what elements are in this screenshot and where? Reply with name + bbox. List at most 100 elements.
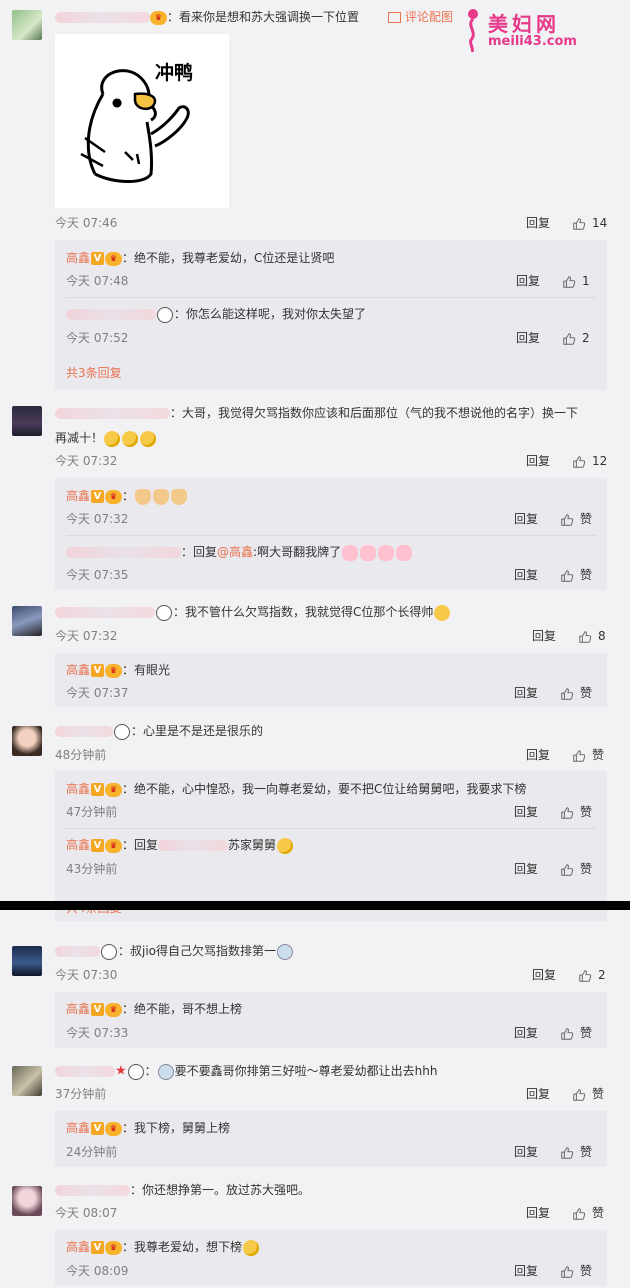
username-blurred[interactable] (55, 726, 113, 737)
panda-emoji-icon (156, 604, 172, 621)
comment-text: ：我不管什么欠骂指数，我就觉得C位那个长得帅 (55, 603, 451, 621)
thumb-up-icon (562, 275, 576, 289)
verified-v-icon: V (91, 783, 105, 796)
watermark-brand: 美妇网 (488, 12, 560, 36)
reply-username[interactable]: 高鑫 (66, 838, 90, 852)
reply-button[interactable]: 回复 (532, 966, 556, 984)
reply-time: 今天 07:33 (66, 1026, 129, 1040)
username-blurred[interactable] (55, 12, 150, 23)
reply-text: 高鑫 V ♛ ：我尊老爱幼，想下榜 (66, 1238, 260, 1256)
reply-button[interactable]: 回复 (514, 860, 538, 878)
reply-time: 今天 07:52 (66, 331, 129, 345)
like-button[interactable]: 赞 (560, 803, 592, 821)
reply-username[interactable]: 高鑫 (66, 251, 90, 265)
comment-text: ：心里是不是还是很乐的 (55, 722, 263, 740)
reply-button[interactable]: 回复 (516, 272, 540, 290)
reply-username[interactable]: 高鑫 (66, 782, 90, 796)
reply-button[interactable]: 回复 (514, 684, 538, 702)
watermark-url: meili43.com (488, 34, 577, 49)
reply-button[interactable]: 回复 (526, 1204, 550, 1222)
like-button[interactable]: 赞 (560, 566, 592, 584)
username-blurred[interactable] (55, 607, 155, 618)
reply-button[interactable]: 回复 (514, 510, 538, 528)
like-button[interactable]: 2 (578, 966, 606, 984)
reply-username[interactable]: 高鑫 (66, 1121, 90, 1135)
reply-button[interactable]: 回复 (526, 746, 550, 764)
panda-emoji-icon (157, 306, 173, 323)
report-image-link[interactable]: 评论配图 (388, 8, 453, 26)
reply-button[interactable]: 回复 (514, 803, 538, 821)
watermark-logo: 美妇网 meili43.com (462, 6, 627, 54)
thinking-emoji-icon (122, 430, 139, 447)
username-blurred[interactable] (55, 946, 100, 957)
watermark-figure-icon (468, 9, 478, 52)
avatar[interactable] (12, 10, 42, 40)
username-blurred[interactable] (66, 309, 156, 320)
reply-username[interactable]: 高鑫 (66, 1240, 90, 1254)
reply-button[interactable]: 回复 (514, 566, 538, 584)
member-crown-icon: ♛ (150, 10, 167, 25)
verified-v-icon: V (91, 490, 105, 503)
comment-sticker-image[interactable]: 冲鸭 (55, 34, 229, 208)
image-icon (388, 12, 401, 23)
reply-username[interactable]: 高鑫 (66, 1002, 90, 1016)
comment-text-line2: 再减十！ (55, 429, 157, 447)
avatar[interactable] (12, 726, 42, 756)
avatar[interactable] (12, 946, 42, 976)
comment-time: 48分钟前 (55, 748, 107, 762)
reply-button[interactable]: 回复 (526, 452, 550, 470)
reply-button[interactable]: 回复 (532, 627, 556, 645)
reply-button[interactable]: 回复 (514, 1262, 538, 1280)
username-blurred[interactable] (55, 1185, 130, 1196)
like-button[interactable]: 赞 (560, 1024, 592, 1042)
more-replies-link[interactable]: 共3条回复 (66, 364, 122, 382)
member-crown-icon: ♛ (105, 251, 123, 266)
reply-button[interactable]: 回复 (514, 1143, 538, 1161)
mention-blurred[interactable] (158, 840, 229, 851)
thumb-up-icon (572, 455, 586, 469)
mention-link[interactable]: @高鑫 (217, 545, 253, 559)
reply-username[interactable]: 高鑫 (66, 489, 90, 503)
comment-text: ♛ ：看来你是想和苏大强调换一下位置 (55, 8, 359, 26)
like-button[interactable]: 赞 (572, 1085, 604, 1103)
pig-emoji-icon (342, 544, 359, 561)
divider (66, 297, 596, 298)
verified-v-icon: V (91, 252, 105, 265)
like-button[interactable]: 14 (572, 214, 607, 232)
thumb-up-icon (572, 1207, 586, 1221)
like-button[interactable]: 1 (562, 272, 590, 290)
avatar[interactable] (12, 1186, 42, 1216)
like-button[interactable]: 赞 (560, 860, 592, 878)
comment-text: ★：要不要鑫哥你排第三好啦～尊老爱幼都让出去hhh (55, 1062, 438, 1081)
like-button[interactable]: 赞 (560, 510, 592, 528)
like-button[interactable]: 赞 (572, 1204, 604, 1222)
reply-button[interactable]: 回复 (516, 329, 540, 347)
reply-username[interactable]: 高鑫 (66, 663, 90, 677)
reply-time: 今天 07:35 (66, 568, 129, 582)
reply-time: 今天 07:48 (66, 274, 129, 288)
avatar[interactable] (12, 1066, 42, 1096)
like-button[interactable]: 8 (578, 627, 606, 645)
like-button[interactable]: 赞 (560, 1143, 592, 1161)
username-blurred[interactable] (66, 547, 181, 558)
like-button[interactable]: 赞 (560, 684, 592, 702)
username-blurred[interactable] (55, 1066, 115, 1077)
comment-time: 今天 07:46 (55, 216, 118, 230)
divider (66, 535, 596, 536)
like-button[interactable]: 赞 (572, 746, 604, 764)
reply-time: 今天 08:09 (66, 1264, 129, 1278)
reply-button[interactable]: 回复 (514, 1024, 538, 1042)
like-button[interactable]: 12 (572, 452, 607, 470)
thumb-up-icon (560, 1027, 574, 1041)
avatar[interactable] (12, 406, 42, 436)
like-button[interactable]: 2 (562, 329, 590, 347)
username-blurred[interactable] (55, 408, 170, 419)
reply-button[interactable]: 回复 (526, 1085, 550, 1103)
reply-text: 高鑫 V ♛ ：有眼光 (66, 663, 171, 678)
pray-hands-emoji-icon (135, 488, 152, 505)
reply-button[interactable]: 回复 (526, 214, 550, 232)
avatar[interactable] (12, 606, 42, 636)
thumb-up-icon (578, 630, 592, 644)
sticker-caption: 冲鸭 (155, 62, 194, 84)
like-button[interactable]: 赞 (560, 1262, 592, 1280)
